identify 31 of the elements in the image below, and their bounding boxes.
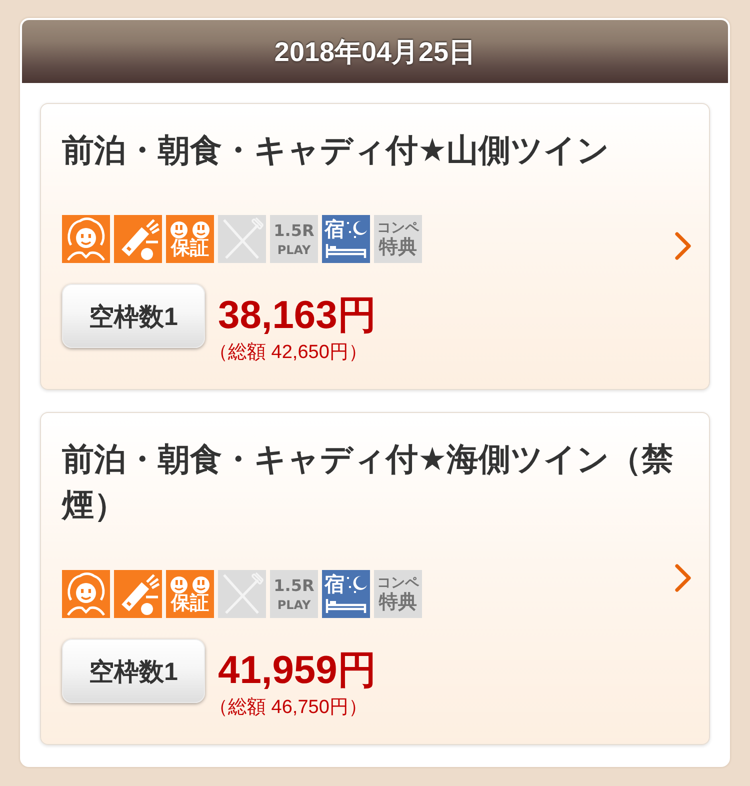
chevron-right-icon xyxy=(674,230,692,260)
round-label: 1.5R xyxy=(274,578,314,594)
bonus-label: 特典 xyxy=(379,593,417,612)
price-text: 41,959円 xyxy=(218,651,376,691)
total-price-text: （総額 46,750円） xyxy=(209,697,368,719)
chevron-right-icon xyxy=(674,562,692,592)
price-text: 38,163円 xyxy=(218,296,376,336)
play-label: PLAY xyxy=(277,244,311,256)
smiley-faces-icon xyxy=(169,220,211,238)
lodging-label: 宿 xyxy=(324,219,344,239)
plan-card[interactable]: 前泊・朝食・キャディ付★海側ツイン（禁煙） 保証 1.5R PLAY 宿 コンペ 特典 空枠数1 41,959円 （総額 46,750円） xyxy=(40,412,710,745)
vacancy-button[interactable]: 空枠数1 xyxy=(62,639,205,703)
lodging-label: 宿 xyxy=(324,574,344,594)
competition-label: コンペ xyxy=(377,576,419,590)
play-label: PLAY xyxy=(277,598,311,610)
moon-stars-icon xyxy=(346,219,368,239)
guarantee-label: 保証 xyxy=(171,594,209,612)
smiley-faces-icon xyxy=(169,576,211,594)
plan-card[interactable]: 前泊・朝食・キャディ付★山側ツイン 保証 1.5R PLAY 宿 コンペ 特典 空枠数1 38,163円 （総額 42,650円） xyxy=(40,103,710,390)
plan-title: 前泊・朝食・キャディ付★海側ツイン（禁煙） xyxy=(62,440,674,525)
competition-label: コンペ xyxy=(377,221,419,235)
plan-title: 前泊・朝食・キャディ付★山側ツイン xyxy=(62,131,611,170)
bonus-label: 特典 xyxy=(379,238,417,257)
moon-stars-icon xyxy=(346,574,368,594)
vacancy-button[interactable]: 空枠数1 xyxy=(62,284,205,348)
date-header: 2018年04月25日 xyxy=(22,20,728,83)
bed-icon xyxy=(325,243,367,259)
total-price-text: （総額 42,650円） xyxy=(209,342,368,364)
guarantee-label: 保証 xyxy=(171,238,209,258)
round-label: 1.5R xyxy=(274,222,314,238)
bed-icon xyxy=(325,598,367,614)
